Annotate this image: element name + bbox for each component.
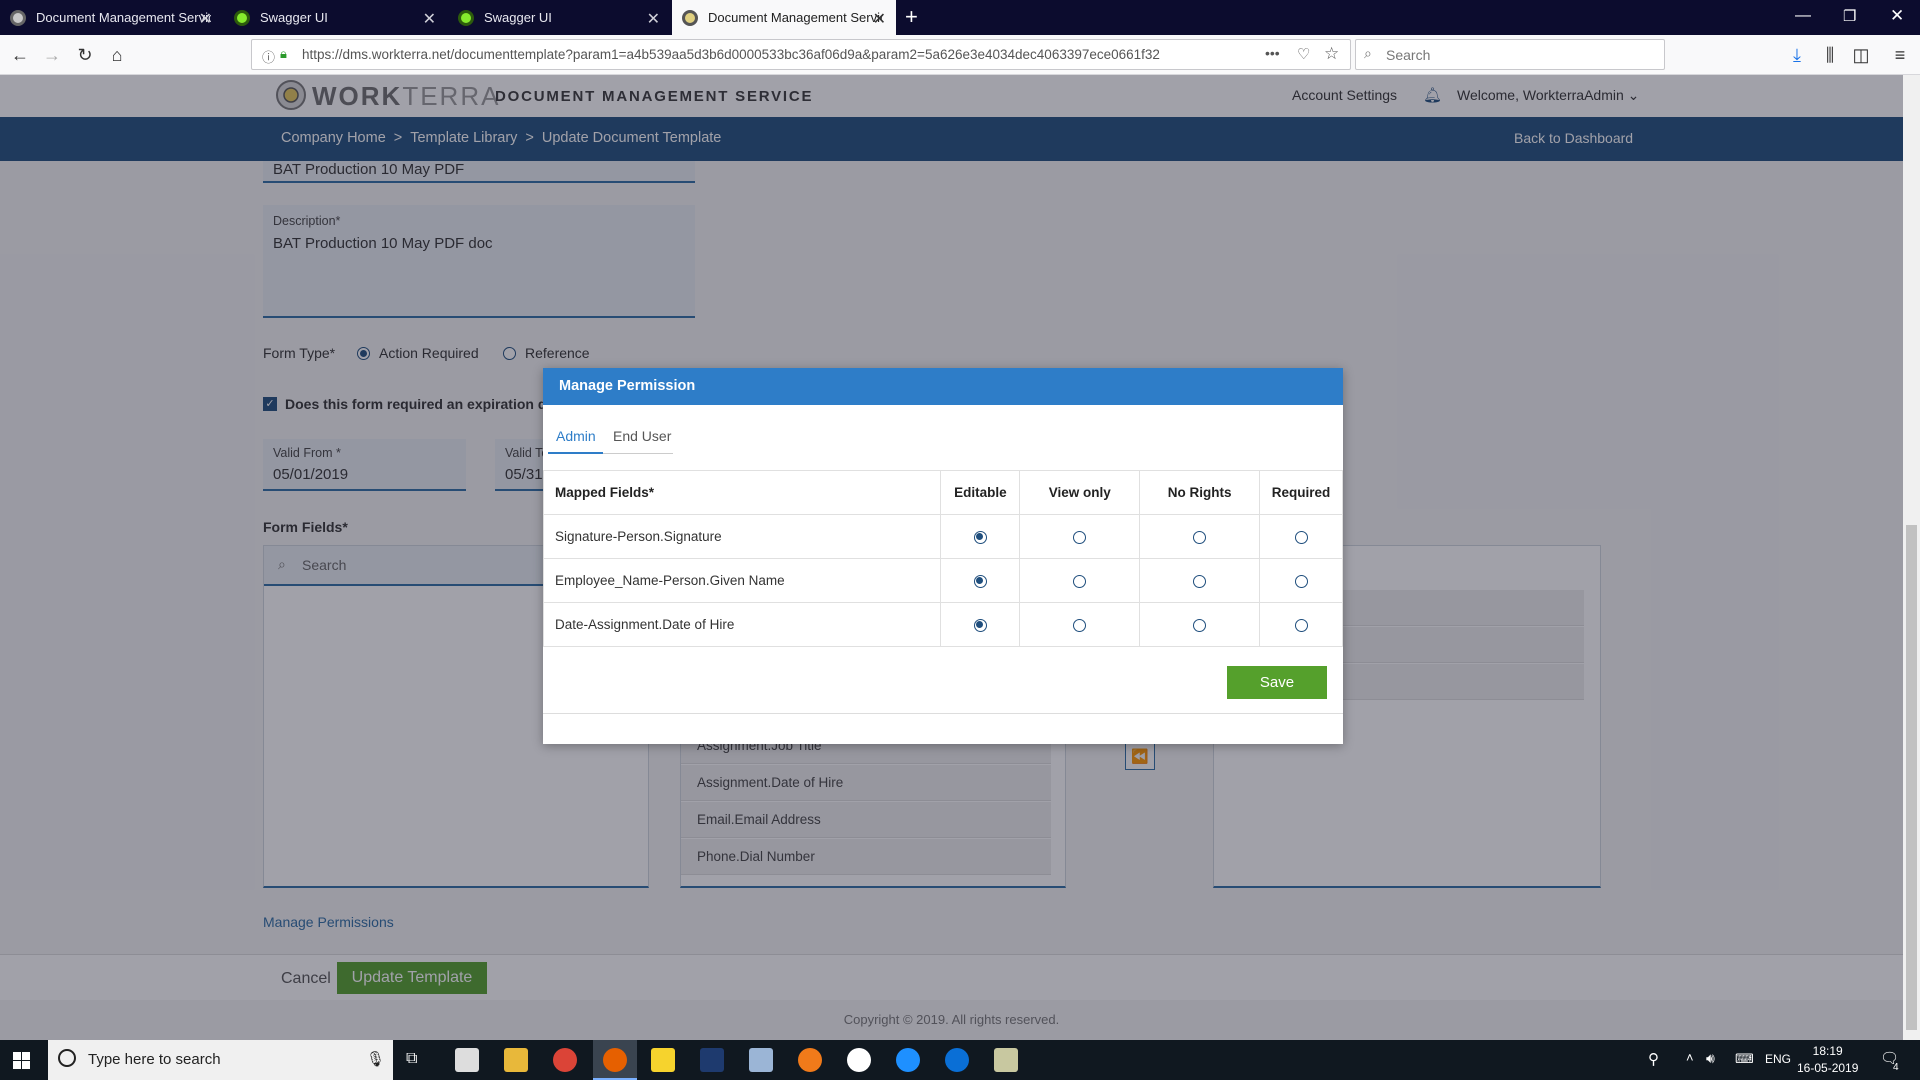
windows-taskbar: Type here to search 🎙︎ ⧉ ⚲ ˄ 🔊︎ ⌨ ENG 18… — [0, 1040, 1920, 1080]
mapped-field-name: Signature-Person.Signature — [542, 514, 942, 559]
browser-tab[interactable]: Swagger UI ✕ — [448, 0, 670, 35]
close-tab-icon[interactable]: ✕ — [423, 9, 436, 29]
editable-radio[interactable] — [973, 618, 987, 632]
mail-icon[interactable] — [455, 1048, 479, 1072]
tab-end-user[interactable]: End User — [613, 428, 671, 444]
slack-icon[interactable] — [847, 1048, 871, 1072]
no-rights-radio[interactable] — [1193, 574, 1207, 588]
restore-icon[interactable]: ❐ — [1843, 7, 1856, 25]
lock-icon: 🔒︎ — [280, 46, 287, 61]
tab-admin[interactable]: Admin — [556, 428, 596, 444]
close-tab-icon[interactable]: ✕ — [873, 9, 886, 29]
close-window-icon[interactable]: ✕ — [1890, 6, 1904, 26]
info-icon[interactable]: ⓘ — [262, 47, 275, 66]
table-row: Signature-Person.Signature — [542, 514, 1343, 559]
sticky-notes-icon[interactable] — [651, 1048, 675, 1072]
visual-studio-icon[interactable] — [700, 1048, 724, 1072]
page-actions-icon[interactable]: ••• — [1265, 45, 1280, 61]
tab-divider — [603, 453, 673, 454]
browser-nav-bar: ← → ↻ ⌂ ⓘ 🔒︎ https://dms.workterra.net/d… — [0, 35, 1920, 75]
editable-radio[interactable] — [973, 574, 987, 588]
cortana-icon — [58, 1049, 76, 1067]
firebase-icon[interactable] — [798, 1048, 822, 1072]
task-view-icon[interactable]: ⧉ — [406, 1050, 417, 1068]
no-rights-radio[interactable] — [1193, 530, 1207, 544]
column-header: Required — [1259, 470, 1343, 515]
chevron-up-icon[interactable]: ˄ — [1686, 1050, 1694, 1065]
firefox-icon — [603, 1048, 627, 1072]
notification-count: 4 — [1893, 1062, 1899, 1073]
scrollbar-thumb[interactable] — [1906, 525, 1917, 1030]
column-header: Mapped Fields* — [542, 470, 942, 515]
microphone-icon[interactable]: 🎙︎ — [366, 1050, 385, 1068]
menu-icon[interactable]: ≡ — [1888, 43, 1912, 67]
column-header: Editable — [940, 470, 1021, 515]
workterra-favicon-icon — [682, 9, 698, 26]
reload-icon[interactable]: ↻ — [73, 43, 97, 67]
dialog-title: Manage Permission — [543, 368, 1343, 405]
dialog-footer-divider — [543, 713, 1343, 714]
internet-explorer-icon[interactable] — [896, 1048, 920, 1072]
browser-tab-active[interactable]: Document Management Servic ✕ — [672, 0, 896, 35]
chrome-icon[interactable] — [553, 1048, 577, 1072]
file-explorer-icon[interactable] — [504, 1048, 528, 1072]
sidebar-icon[interactable]: ◫ — [1849, 43, 1873, 67]
swagger-favicon-icon — [234, 9, 250, 26]
workterra-favicon-icon — [10, 9, 26, 26]
table-row: Date-Assignment.Date of Hire — [542, 602, 1343, 647]
url-bar[interactable]: ⓘ 🔒︎ https://dms.workterra.net/documentt… — [251, 39, 1351, 70]
view-only-radio[interactable] — [1073, 574, 1087, 588]
table-header-row: Mapped Fields* Editable View only No Rig… — [542, 470, 1343, 515]
url-text: https://dms.workterra.net/documenttempla… — [302, 47, 1160, 62]
new-tab-button[interactable]: + — [905, 4, 918, 30]
required-radio[interactable] — [1294, 574, 1308, 588]
people-icon[interactable]: ⚲ — [1648, 1050, 1659, 1068]
required-radio[interactable] — [1294, 618, 1308, 632]
downloads-icon[interactable]: ⤓ — [1785, 43, 1809, 67]
browser-tab-bar: Document Management Servic ✕ Swagger UI … — [0, 0, 1920, 35]
windows-start-icon[interactable] — [13, 1052, 30, 1069]
view-only-radio[interactable] — [1073, 530, 1087, 544]
edge-icon[interactable] — [945, 1048, 969, 1072]
close-tab-icon[interactable]: ✕ — [199, 9, 212, 29]
mapped-field-name: Date-Assignment.Date of Hire — [542, 602, 942, 647]
language-indicator[interactable]: ENG — [1765, 1052, 1791, 1066]
permission-table: Mapped Fields* Editable View only No Rig… — [542, 470, 1343, 647]
forward-icon[interactable]: → — [40, 43, 64, 67]
search-icon: ⌕ — [1364, 45, 1372, 61]
volume-icon[interactable]: 🔊︎ — [1706, 1050, 1715, 1067]
swagger-favicon-icon — [458, 9, 474, 26]
library-icon[interactable]: ⫼ — [1818, 43, 1842, 67]
home-icon[interactable]: ⌂ — [105, 43, 129, 67]
close-tab-icon[interactable]: ✕ — [647, 9, 660, 29]
firefox-taskbar-active[interactable] — [593, 1040, 637, 1080]
editable-radio[interactable] — [973, 530, 987, 544]
view-only-radio[interactable] — [1073, 618, 1087, 632]
no-rights-radio[interactable] — [1193, 618, 1207, 632]
active-tab-indicator — [548, 452, 603, 454]
required-radio[interactable] — [1294, 530, 1308, 544]
save-button[interactable]: Save — [1227, 666, 1327, 699]
keyboard-icon[interactable]: ⌨ — [1735, 1051, 1754, 1067]
minimize-icon[interactable]: — — [1795, 7, 1811, 25]
mapped-field-name: Employee_Name-Person.Given Name — [542, 558, 942, 603]
taskbar-search-box[interactable]: Type here to search 🎙︎ — [48, 1040, 393, 1080]
back-icon[interactable]: ← — [8, 43, 32, 67]
browser-tab[interactable]: Swagger UI ✕ — [224, 0, 446, 35]
system-clock[interactable]: 18:19 16-05-2019 — [1797, 1043, 1858, 1077]
bookmark-star-icon[interactable]: ☆ — [1324, 44, 1339, 64]
pocket-icon[interactable]: ♡ — [1297, 45, 1310, 63]
browser-search-field[interactable]: ⌕ Search — [1355, 39, 1665, 70]
notepad-icon[interactable] — [749, 1048, 773, 1072]
column-header: No Rights — [1139, 470, 1260, 515]
browser-tab[interactable]: Document Management Servic ✕ — [0, 0, 222, 35]
column-header: View only — [1019, 470, 1141, 515]
manage-permission-dialog: Manage Permission Admin End User Mapped … — [542, 368, 1343, 744]
archive-app-icon[interactable] — [994, 1048, 1018, 1072]
table-row: Employee_Name-Person.Given Name — [542, 558, 1343, 603]
